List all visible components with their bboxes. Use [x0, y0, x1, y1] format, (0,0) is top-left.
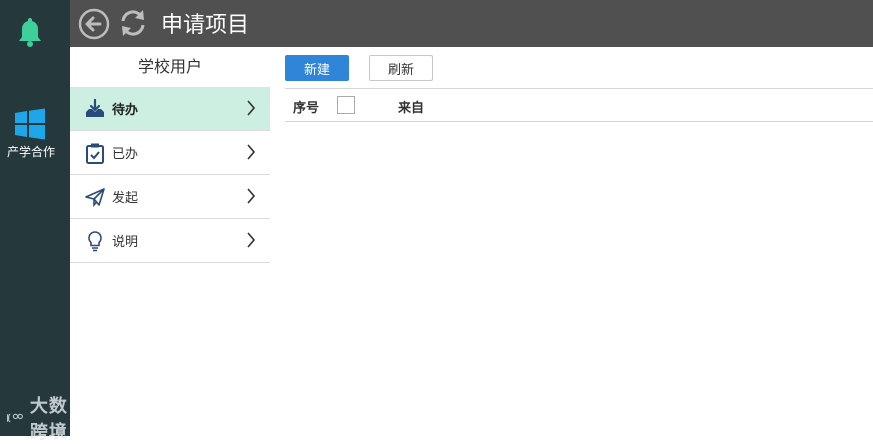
table-header: 序号 来自 [285, 88, 873, 122]
bell-icon[interactable] [16, 16, 44, 48]
windows-icon[interactable] [14, 108, 46, 140]
sidebar-item-label: 发起 [112, 191, 139, 206]
app-rail: 产学合作 大数跨境 [0, 0, 70, 443]
column-header-from[interactable]: 来自 [398, 97, 424, 116]
sidebar-item-label: 待办 [112, 103, 139, 118]
inbox-download-icon [86, 98, 104, 117]
rail-item-label[interactable]: 产学合作 [0, 143, 62, 160]
new-button[interactable]: 新建 [285, 55, 349, 81]
paper-plane-icon [85, 187, 105, 207]
sidebar: 学校用户 待办 已办 发起 说明 [70, 47, 270, 436]
refresh-button[interactable]: 刷新 [369, 55, 433, 81]
sidebar-item-todo[interactable]: 待办 [70, 87, 270, 131]
back-arrow-icon[interactable] [78, 8, 110, 40]
main-content: 新建 刷新 序号 来自 [270, 47, 873, 436]
lightbulb-icon [88, 230, 102, 251]
refresh-icon[interactable] [118, 8, 148, 38]
sidebar-item-done[interactable]: 已办 [70, 131, 270, 175]
sidebar-item-help[interactable]: 说明 [70, 219, 270, 263]
sidebar-item-initiate[interactable]: 发起 [70, 175, 270, 219]
sidebar-item-label: 说明 [112, 235, 139, 250]
sidebar-title: 学校用户 [137, 57, 202, 76]
chevron-right-icon [247, 188, 256, 204]
sidebar-item-label: 已办 [112, 147, 139, 162]
watermark-text: 大数跨境 [29, 396, 68, 443]
chevron-right-icon [247, 232, 256, 248]
chevron-right-icon [247, 144, 256, 160]
select-all-checkbox[interactable] [337, 96, 355, 114]
top-header: 申请项目 [70, 0, 873, 47]
chevron-right-icon [247, 100, 256, 116]
clipboard-check-icon [86, 143, 104, 164]
page-title: 申请项目 [161, 13, 250, 38]
watermark: 大数跨境 [6, 396, 70, 443]
column-header-index[interactable]: 序号 [293, 97, 319, 116]
watermark-logo-icon [7, 413, 23, 423]
